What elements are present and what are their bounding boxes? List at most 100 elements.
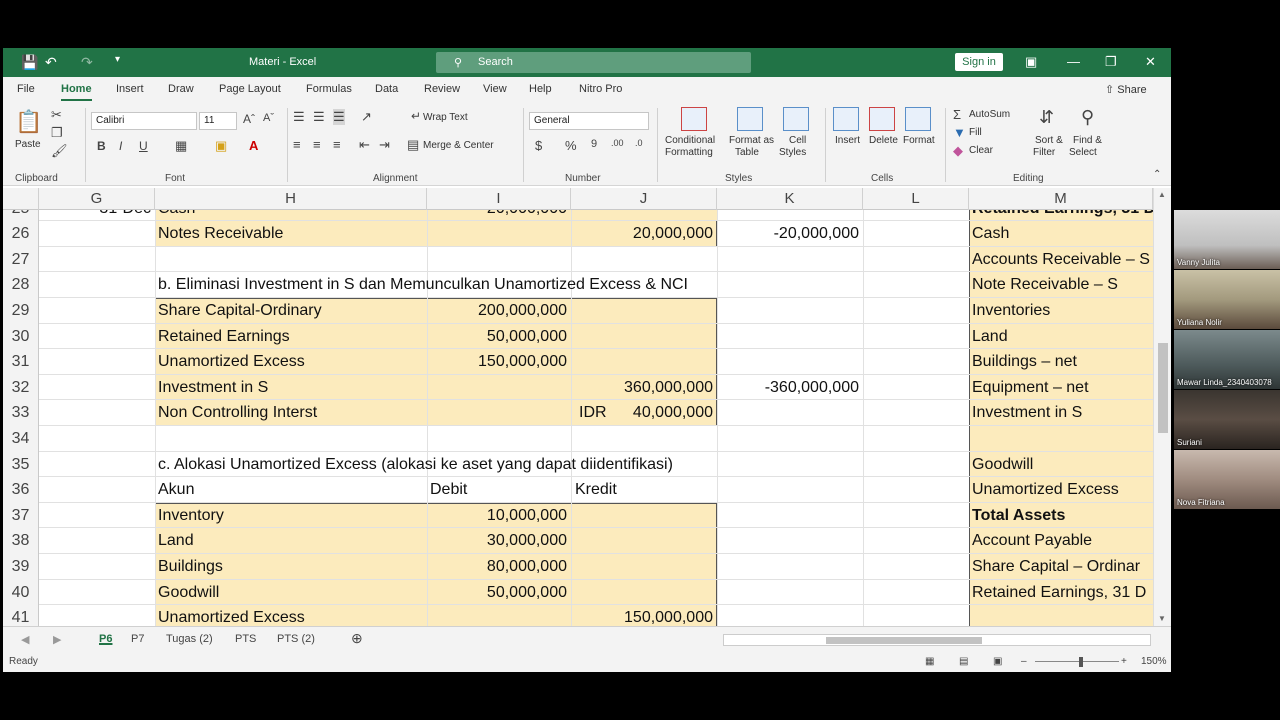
cell-j[interactable]: 20,000,000 bbox=[571, 221, 717, 247]
cell-h[interactable]: Goodwill bbox=[158, 580, 426, 606]
tab-home[interactable]: Home bbox=[61, 83, 92, 101]
format-as-table-label-2[interactable]: Table bbox=[735, 147, 759, 158]
cell-i[interactable]: 200,000,000 bbox=[427, 298, 571, 324]
cell-g[interactable] bbox=[39, 375, 155, 401]
participant-tile[interactable]: Nova Fitriana bbox=[1174, 450, 1280, 509]
align-middle-icon[interactable]: ☰ bbox=[313, 109, 325, 125]
insert-cells-label[interactable]: Insert bbox=[835, 135, 860, 146]
decrease-decimal-icon[interactable]: .0 bbox=[635, 138, 643, 148]
cell-g[interactable] bbox=[39, 298, 155, 324]
cell-k[interactable] bbox=[717, 554, 863, 580]
tab-formulas[interactable]: Formulas bbox=[306, 83, 352, 95]
cell-g[interactable]: 31-Dec bbox=[39, 210, 155, 221]
participant-tile[interactable]: Yuliana Nolir bbox=[1174, 270, 1280, 329]
cell-g[interactable] bbox=[39, 528, 155, 554]
cell-i[interactable] bbox=[427, 221, 571, 247]
cell-g[interactable] bbox=[39, 349, 155, 375]
tab-file[interactable]: File bbox=[17, 83, 35, 95]
sort-filter-label-2[interactable]: Filter bbox=[1033, 147, 1055, 158]
share-button[interactable]: ⇧ Share bbox=[1105, 83, 1147, 96]
close-button[interactable]: ✕ bbox=[1145, 54, 1156, 70]
cell-g[interactable] bbox=[39, 580, 155, 606]
row-header[interactable]: 26 bbox=[3, 221, 39, 247]
maximize-button[interactable]: ❐ bbox=[1105, 54, 1117, 70]
cell-m[interactable]: Accounts Receivable – S bbox=[972, 247, 1153, 273]
cell-g[interactable] bbox=[39, 503, 155, 529]
participant-tile[interactable]: Vanny Julita bbox=[1174, 210, 1280, 269]
paste-icon[interactable]: 📋 bbox=[15, 109, 42, 135]
row-header[interactable]: 28 bbox=[3, 272, 39, 298]
column-header-g[interactable]: G bbox=[39, 188, 155, 210]
row-header[interactable]: 30 bbox=[3, 323, 39, 350]
tab-help[interactable]: Help bbox=[529, 83, 552, 95]
cell-i[interactable]: 50,000,000 bbox=[427, 580, 571, 606]
sheet-tab-p7[interactable]: P7 bbox=[131, 633, 144, 645]
vertical-scrollbar[interactable]: ▲ ▼ bbox=[1153, 188, 1171, 626]
sign-in-button[interactable]: Sign in bbox=[955, 53, 1003, 71]
format-cells-label[interactable]: Format bbox=[903, 135, 935, 146]
tab-review[interactable]: Review bbox=[424, 83, 460, 95]
copy-icon[interactable]: ❐ bbox=[51, 125, 63, 141]
cell-j[interactable]: 150,000,000 bbox=[571, 605, 717, 626]
undo-icon[interactable]: ↶ bbox=[45, 54, 57, 71]
cell-m[interactable]: Total Assets bbox=[972, 503, 1153, 529]
percent-style-icon[interactable]: % bbox=[565, 138, 577, 153]
cell-styles-label-2[interactable]: Styles bbox=[779, 147, 806, 158]
sheet-tab-pts[interactable]: PTS bbox=[235, 633, 256, 645]
cell-g[interactable] bbox=[39, 452, 155, 478]
row-header[interactable]: 31 bbox=[3, 349, 39, 375]
cell-m[interactable]: Note Receivable – S bbox=[972, 272, 1153, 298]
cell-g[interactable] bbox=[39, 221, 155, 247]
tab-page-layout[interactable]: Page Layout bbox=[219, 83, 281, 95]
cell-g[interactable] bbox=[39, 554, 155, 580]
zoom-level[interactable]: 150% bbox=[1141, 656, 1167, 667]
cell-j[interactable]: 360,000,000 bbox=[571, 375, 717, 401]
font-size-box[interactable]: 11 bbox=[199, 112, 237, 130]
page-layout-view-icon[interactable]: ▤ bbox=[959, 656, 968, 667]
cell-k[interactable] bbox=[717, 298, 863, 324]
cell-m[interactable]: Inventories bbox=[972, 298, 1153, 324]
cell-m[interactable]: Buildings – net bbox=[972, 349, 1153, 375]
cell-j[interactable] bbox=[571, 452, 717, 478]
cell-m[interactable]: Investment in S bbox=[972, 400, 1153, 426]
cell-h[interactable]: Non Controlling Interst bbox=[158, 400, 426, 426]
tab-view[interactable]: View bbox=[483, 83, 507, 95]
decrease-font-icon[interactable]: Aˇ bbox=[263, 112, 274, 124]
ribbon-display-icon[interactable]: ▣ bbox=[1025, 54, 1037, 70]
align-right-icon[interactable]: ≡ bbox=[333, 137, 341, 152]
cell-i[interactable] bbox=[427, 400, 571, 426]
format-as-table-label-1[interactable]: Format as bbox=[729, 135, 774, 146]
cell-k[interactable] bbox=[717, 477, 863, 503]
cell-g[interactable] bbox=[39, 324, 155, 350]
add-sheet-icon[interactable]: ⊕ bbox=[351, 630, 363, 647]
cell-j[interactable]: Kredit bbox=[571, 477, 717, 503]
comma-style-icon[interactable]: 9 bbox=[591, 138, 597, 150]
cell-k[interactable]: -360,000,000 bbox=[717, 375, 863, 401]
cell-m[interactable]: Account Payable bbox=[972, 528, 1153, 554]
delete-cells-icon[interactable] bbox=[869, 107, 895, 131]
column-header-l[interactable]: L bbox=[863, 188, 969, 210]
minimize-button[interactable]: — bbox=[1067, 54, 1080, 69]
accounting-format-icon[interactable]: $ bbox=[535, 138, 542, 153]
cell-k[interactable]: -20,000,000 bbox=[717, 221, 863, 247]
conditional-formatting-label-1[interactable]: Conditional bbox=[665, 135, 715, 146]
cell-k[interactable] bbox=[717, 426, 863, 452]
cell-j[interactable] bbox=[571, 503, 717, 529]
cell-h[interactable]: Buildings bbox=[158, 554, 426, 580]
wrap-text-label[interactable]: Wrap Text bbox=[423, 112, 468, 123]
merge-center-icon[interactable]: ▤ bbox=[407, 137, 419, 153]
underline-icon[interactable]: U bbox=[139, 139, 148, 153]
find-select-label-1[interactable]: Find & bbox=[1073, 135, 1102, 146]
cell-i[interactable]: 50,000,000 bbox=[427, 324, 571, 350]
cell-k[interactable] bbox=[717, 580, 863, 606]
worksheet-grid[interactable]: 2531-DecCash20,000,000Retained Earnings,… bbox=[3, 210, 1153, 626]
column-header-h[interactable]: H bbox=[155, 188, 427, 210]
cell-styles-label-1[interactable]: Cell bbox=[789, 135, 806, 146]
cell-i[interactable] bbox=[427, 605, 571, 626]
autosum-icon[interactable]: Σ bbox=[953, 107, 961, 122]
cell-g[interactable] bbox=[39, 272, 155, 298]
cell-i[interactable] bbox=[427, 452, 571, 478]
find-select-label-2[interactable]: Select bbox=[1069, 147, 1097, 158]
increase-decimal-icon[interactable]: .00 bbox=[611, 138, 624, 148]
cell-g[interactable] bbox=[39, 477, 155, 503]
